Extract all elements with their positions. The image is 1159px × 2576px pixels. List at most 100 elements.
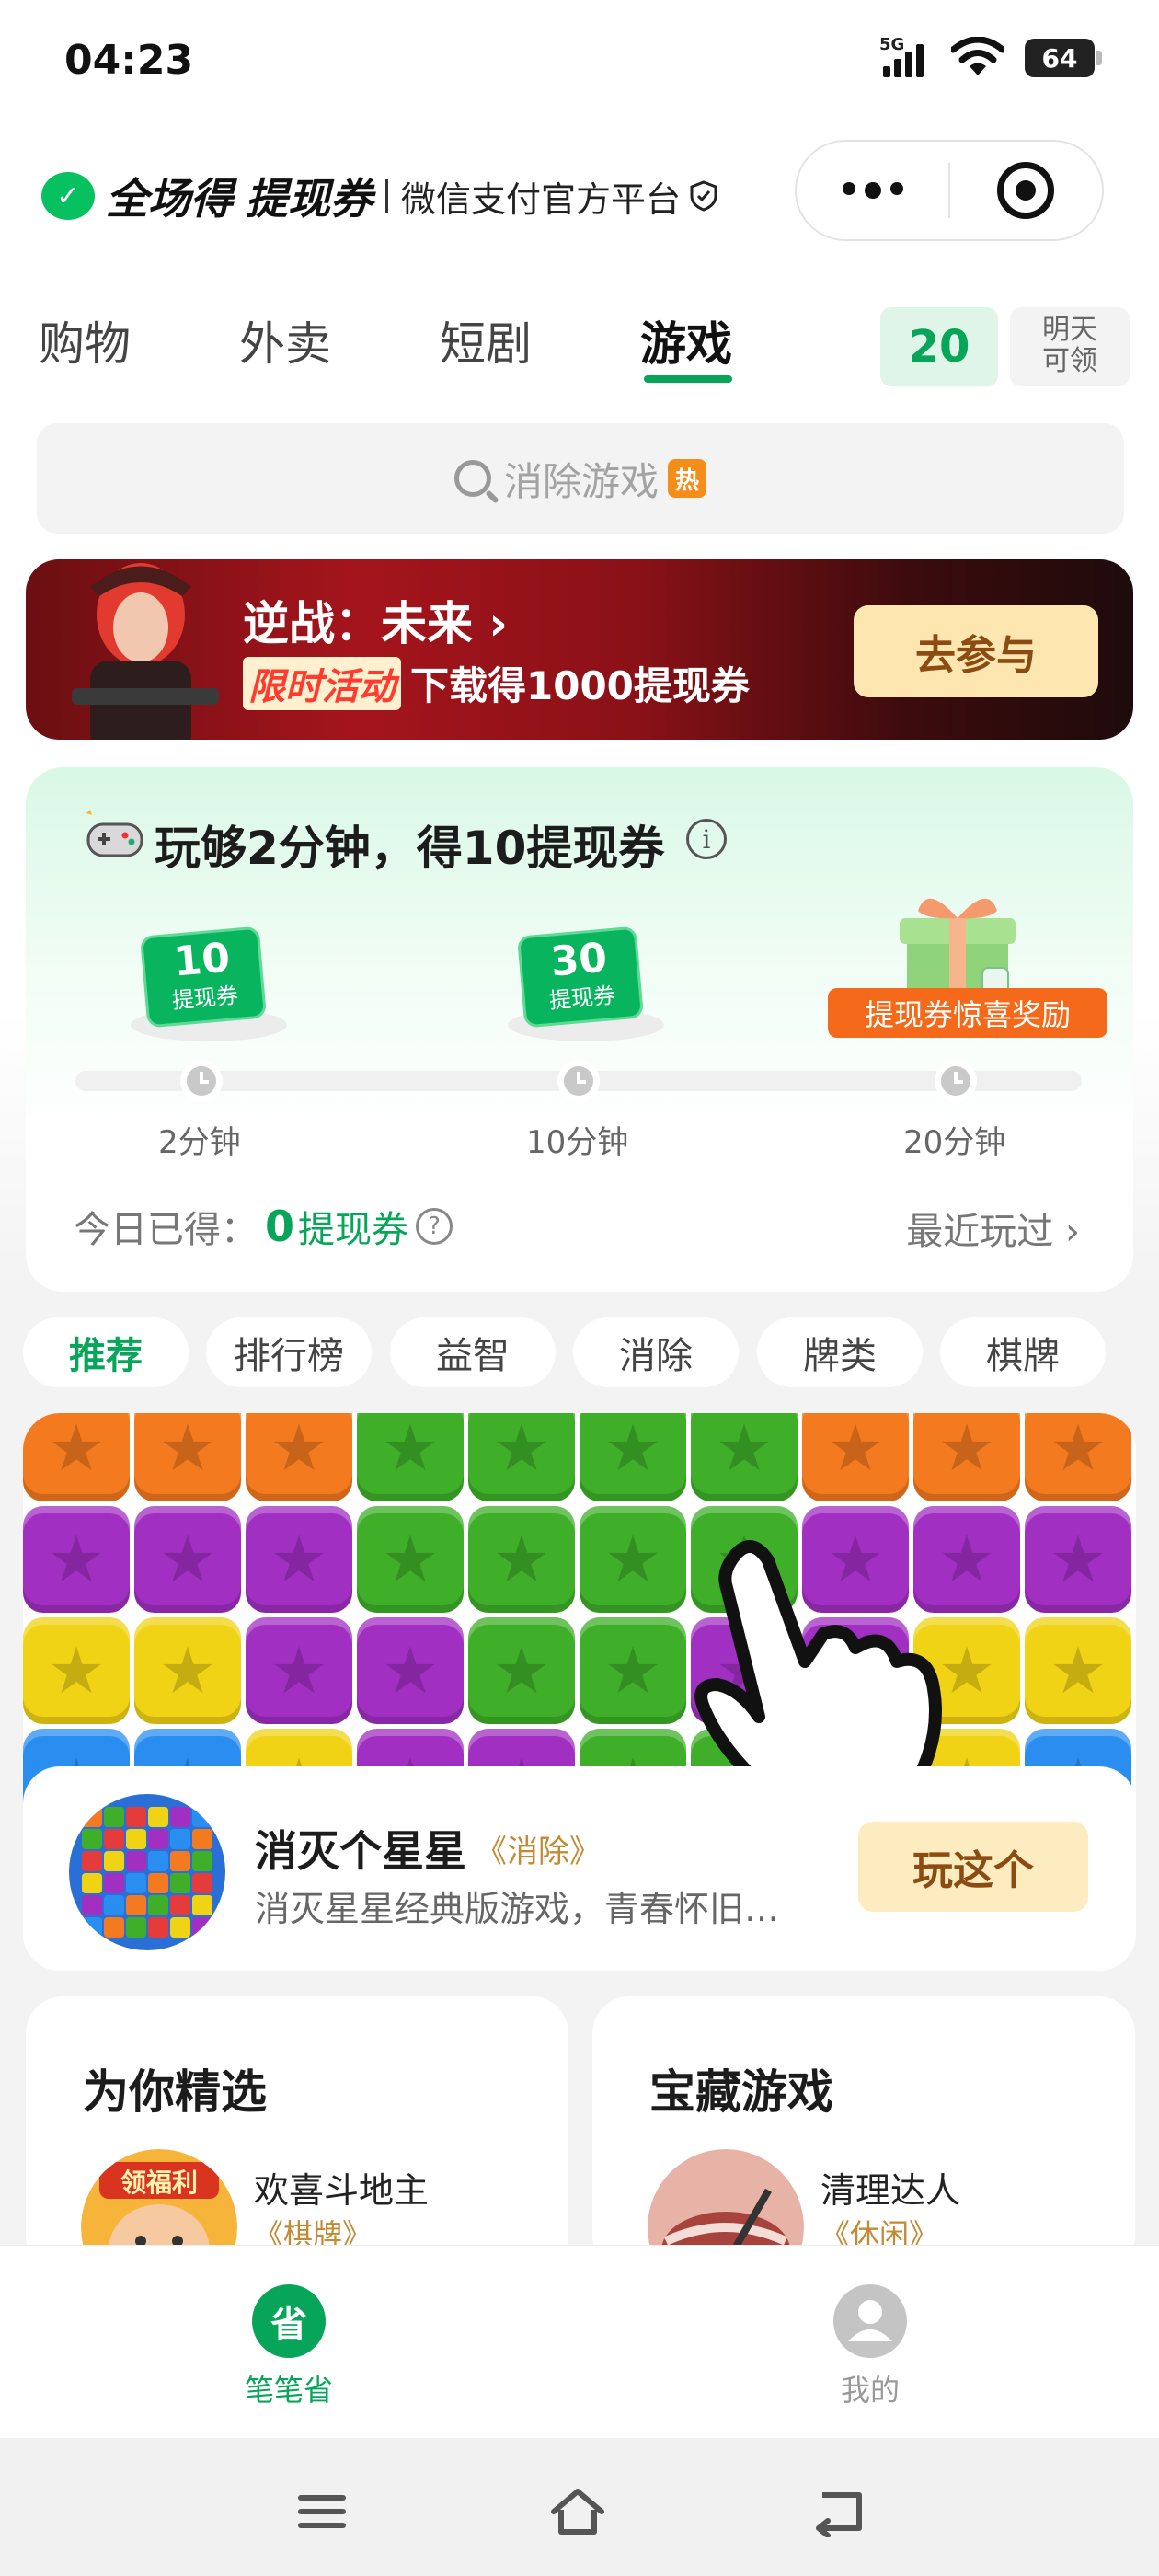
more-options-button[interactable]: [797, 182, 948, 199]
thumb-block: [104, 1807, 124, 1827]
help-icon[interactable]: ?: [416, 1208, 453, 1245]
earned-unit: 提现券: [298, 1209, 409, 1251]
thumb-block: [170, 1917, 190, 1938]
thumb-block: [82, 1895, 102, 1915]
wechat-pay-check-icon: ✓: [41, 172, 95, 220]
thumb-block: [82, 1917, 102, 1938]
tap-hand-icon: [694, 1540, 942, 1800]
tab-short-drama[interactable]: 短剧: [440, 307, 532, 374]
status-bar: 04:23 5G 64: [0, 0, 1159, 120]
chevron-right-icon: ›: [1065, 1211, 1080, 1253]
thumb-block: [170, 1873, 190, 1893]
banner-title: 逆战：未来 ›: [243, 587, 508, 653]
chip-ranking[interactable]: 排行榜: [206, 1317, 372, 1387]
thumb-block: [104, 1873, 124, 1893]
thumb-block: [126, 1895, 146, 1915]
bottom-navigation: 省 笔笔省 我的: [0, 2245, 1159, 2438]
featured-game-card[interactable]: ★★★★★★★★★★★★★★★★★★★★★★★★★★★★★★★★★★★★★★★★…: [23, 1413, 1136, 1971]
thumb-block: [148, 1807, 168, 1827]
logo-text-2: 提现券: [246, 174, 373, 224]
star-block: ★: [580, 1413, 686, 1501]
thumb-block: [148, 1873, 168, 1893]
game-tag: 《消除》: [476, 1833, 601, 1870]
reward-ticket-30: 30 提现券: [508, 926, 664, 1041]
game-preview-image: ★★★★★★★★★★★★★★★★★★★★★★★★★★★★★★★★★★★★★★★★: [23, 1413, 1136, 1835]
status-time: 04:23: [64, 37, 194, 84]
chip-puzzle[interactable]: 益智: [390, 1317, 556, 1387]
save-icon: 省: [252, 2284, 326, 2358]
section-title: 为你精选: [83, 2065, 267, 2119]
game-category-chips: 推荐 排行榜 益智 消除 牌类 棋牌: [23, 1317, 1159, 1387]
chip-recommended[interactable]: 推荐: [23, 1317, 189, 1387]
thumb-block: [192, 1807, 212, 1827]
thumb-block: [192, 1895, 212, 1915]
thumb-block: [126, 1807, 146, 1827]
star-block: ★: [134, 1506, 241, 1613]
target-icon: [997, 162, 1055, 219]
close-mini-program-button[interactable]: [950, 162, 1102, 219]
thumb-block: [170, 1851, 190, 1871]
star-block: ★: [357, 1413, 464, 1501]
chip-chess-cards[interactable]: 棋牌: [940, 1317, 1106, 1387]
thumb-block: [126, 1851, 146, 1871]
nav-save[interactable]: 省 笔笔省: [197, 2284, 381, 2409]
star-block: ★: [1025, 1506, 1131, 1613]
gamepad-icon: [86, 810, 143, 857]
tab-takeout[interactable]: 外卖: [239, 307, 331, 374]
tab-games[interactable]: 游戏: [640, 307, 732, 374]
nav-label: 笔笔省: [244, 2373, 333, 2408]
picked-for-you-card[interactable]: 为你精选 领福利 欢喜斗地主 《棋牌》: [26, 1996, 568, 2272]
info-icon[interactable]: i: [686, 819, 727, 859]
star-block: ★: [1025, 1617, 1131, 1724]
star-block: ★: [357, 1506, 464, 1613]
today-earned: 今日已得： 0 提现券 ?: [74, 1200, 453, 1253]
header-subtitle: 微信支付官方平台: [401, 178, 682, 220]
chip-elimination[interactable]: 消除: [573, 1317, 739, 1387]
star-block: ★: [468, 1413, 575, 1501]
app-logo: ✓ 全场得 提现券 微信支付官方平台: [41, 166, 719, 226]
promo-banner[interactable]: 逆战：未来 › 限时活动 下载得1000提现券 去参与: [26, 559, 1133, 740]
thumb-block: [82, 1807, 102, 1827]
thumb-block: [192, 1829, 212, 1849]
thumb-block: [126, 1829, 146, 1849]
mini-program-header: ✓ 全场得 提现券 微信支付官方平台: [0, 129, 1159, 258]
search-icon: [453, 460, 491, 497]
thumb-block: [104, 1917, 124, 1938]
clock-icon: [935, 1060, 977, 1102]
play-this-button[interactable]: 玩这个: [858, 1822, 1088, 1912]
star-block: ★: [23, 1617, 130, 1724]
nav-mine[interactable]: 我的: [778, 2284, 962, 2409]
nav-label: 我的: [840, 2373, 900, 2408]
thumb-text: 领福利: [120, 2168, 198, 2198]
search-input[interactable]: 消除游戏 热: [37, 423, 1124, 534]
tomorrow-line-1: 明天: [1042, 314, 1097, 346]
banner-title-text: 逆战：未来: [243, 597, 473, 650]
back-icon[interactable]: [809, 2486, 865, 2537]
thumb-block: [192, 1851, 212, 1871]
game-character-image: [72, 563, 219, 740]
game-description: 消灭星星经典版游戏，青春怀旧…: [255, 1889, 780, 1929]
home-icon[interactable]: [550, 2486, 605, 2537]
star-block: ★: [23, 1413, 130, 1501]
thumb-block: [192, 1917, 212, 1938]
thumb-block: [170, 1807, 190, 1827]
tomorrow-claim-button[interactable]: 明天 可领: [1010, 307, 1130, 386]
menu-icon[interactable]: [294, 2486, 350, 2537]
thumb-block: [104, 1895, 124, 1915]
clock-icon: [180, 1060, 223, 1102]
treasure-games-card[interactable]: 宝藏游戏 清理达人 《休闲》: [592, 1996, 1135, 2272]
thumb-block: [148, 1829, 168, 1849]
clock-icon: [557, 1060, 600, 1102]
milestone-label: 20分钟: [903, 1124, 1006, 1161]
earned-value: 0: [265, 1202, 295, 1251]
thumb-block: [126, 1917, 146, 1938]
thumb-block: [104, 1829, 124, 1849]
chip-cards[interactable]: 牌类: [757, 1317, 923, 1387]
wifi-icon: [951, 37, 1004, 75]
tab-shopping[interactable]: 购物: [39, 307, 131, 374]
featured-game-title: 消灭个星星 《消除》: [255, 1818, 601, 1879]
thumb-block: [192, 1873, 212, 1893]
join-button[interactable]: 去参与: [854, 605, 1098, 697]
coin-count-badge[interactable]: 20: [880, 307, 998, 386]
recently-played-link[interactable]: 最近玩过 ›: [906, 1202, 1080, 1255]
